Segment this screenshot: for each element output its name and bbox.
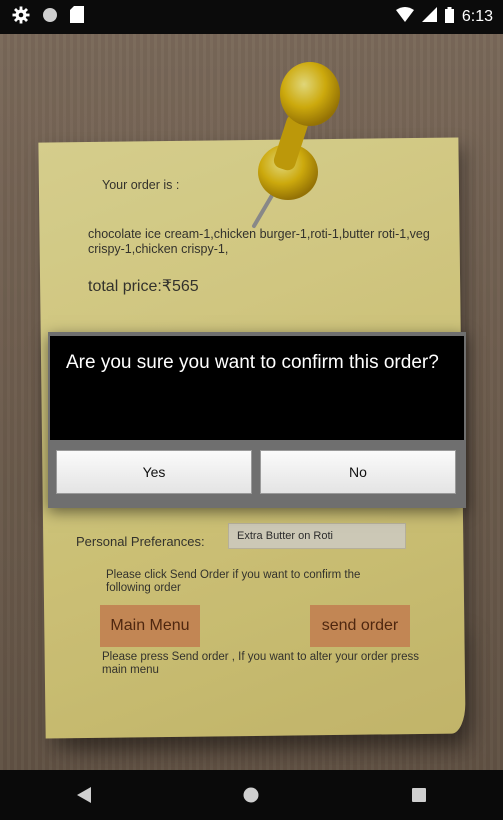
dialog-title-bar: Are you sure you want to confirm this or…	[50, 336, 464, 440]
battery-icon	[444, 6, 454, 28]
home-icon	[243, 787, 259, 803]
home-button[interactable]	[221, 775, 281, 815]
recents-icon	[412, 788, 427, 802]
gear-icon	[12, 6, 30, 29]
status-bar: 6:13	[0, 0, 503, 34]
signal-icon	[421, 7, 437, 27]
status-time: 6:13	[461, 8, 493, 25]
wifi-icon	[395, 7, 414, 27]
sd-card-icon	[70, 6, 84, 28]
dialog-title: Are you sure you want to confirm this or…	[66, 352, 439, 373]
back-button[interactable]	[54, 775, 114, 815]
order-screen: Your order is : chocolate ice cream-1,ch…	[0, 34, 503, 770]
yes-button[interactable]: Yes	[56, 450, 252, 494]
navigation-bar	[0, 770, 503, 820]
recents-button[interactable]	[389, 775, 449, 815]
confirm-dialog: Are you sure you want to confirm this or…	[48, 332, 466, 508]
back-icon	[76, 787, 91, 803]
circle-icon	[42, 7, 58, 28]
no-button[interactable]: No	[260, 450, 456, 494]
